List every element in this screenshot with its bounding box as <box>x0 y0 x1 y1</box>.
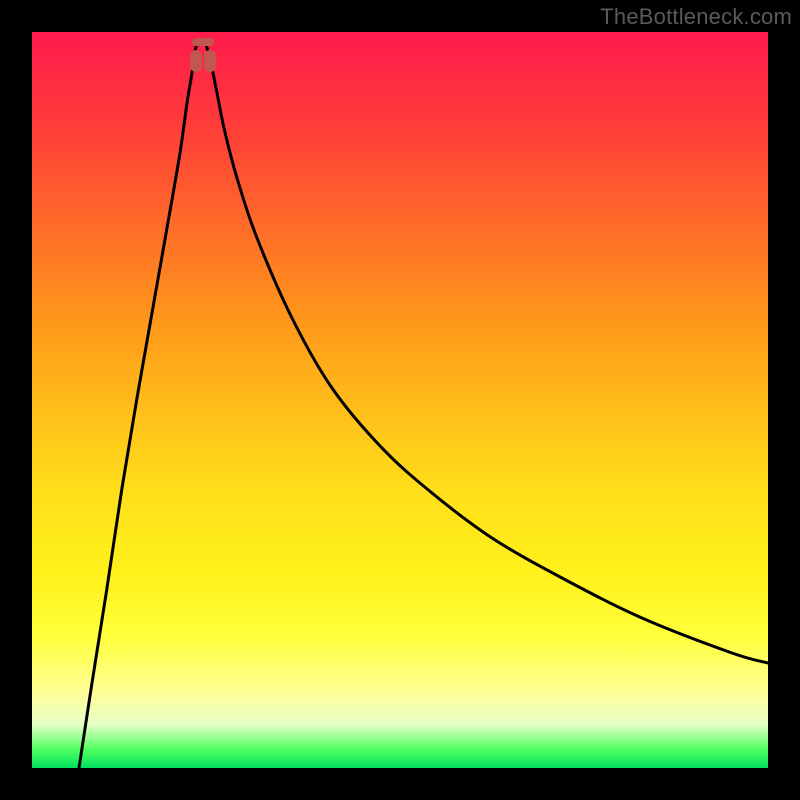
foot-right <box>204 50 216 72</box>
valley-marker <box>190 38 216 72</box>
watermark-text: TheBottleneck.com <box>600 4 792 30</box>
plot-area <box>32 32 768 768</box>
frame-left <box>0 0 32 800</box>
foot-left <box>190 50 202 72</box>
foot-bridge <box>192 38 214 46</box>
curve-layer <box>32 32 768 768</box>
bottleneck-curve <box>79 39 768 768</box>
frame-right <box>768 0 800 800</box>
chart-stage: TheBottleneck.com <box>0 0 800 800</box>
frame-bottom <box>0 768 800 800</box>
